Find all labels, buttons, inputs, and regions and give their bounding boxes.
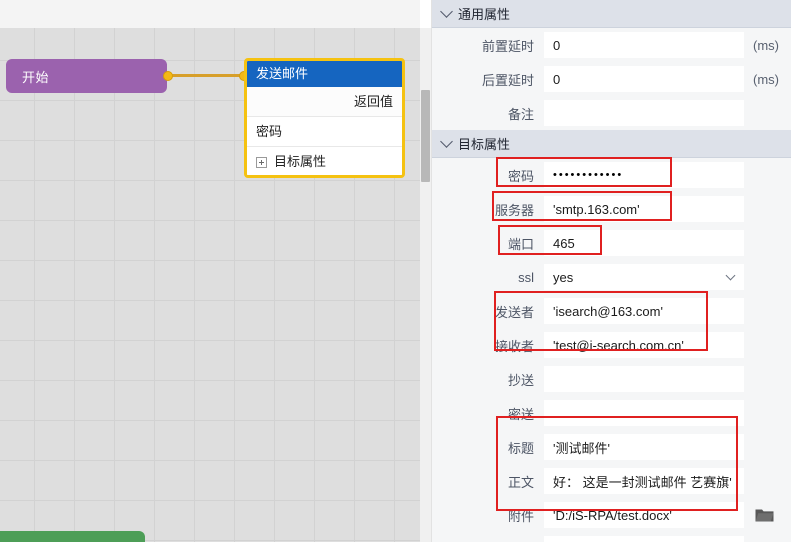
mail-node-target-props-row[interactable]: 目标属性 — [247, 147, 402, 175]
field-row-body: 正文 好： 这是一封测试邮件 艺赛旗' — [432, 464, 791, 498]
field-input-sender[interactable]: 'isearch@163.com' — [544, 298, 744, 324]
field-input-receiver[interactable]: 'test@i-search.com.cn' — [544, 332, 744, 358]
field-label-server: 服务器 — [494, 202, 534, 218]
field-label-attachment: 附件 — [507, 508, 534, 524]
mail-node-password-row[interactable]: 密码 — [247, 117, 402, 147]
field-row-port: 端口 465 — [432, 226, 791, 260]
field-input-bcc[interactable] — [544, 400, 744, 426]
field-row-remark: 备注 — [432, 96, 791, 130]
app-root: 开始 发送邮件 返回值 密码 目标属性 通用属性 前置延时 0 (ms) 后置延… — [0, 0, 791, 542]
field-row-method: method text — [432, 532, 791, 542]
field-select-method[interactable]: text — [544, 536, 744, 542]
field-row-ssl: ssl yes — [432, 260, 791, 294]
field-row-bcc: 密送 — [432, 396, 791, 430]
section-header-target[interactable]: 目标属性 — [432, 130, 791, 158]
field-input-attachment[interactable]: 'D:/iS-RPA/test.docx' — [544, 502, 744, 528]
field-input-subject[interactable]: '测试邮件' — [544, 434, 744, 460]
field-row-post-delay: 后置延时 0 (ms) — [432, 62, 791, 96]
field-row-pre-delay: 前置延时 0 (ms) — [432, 28, 791, 62]
field-label-post-delay: 后置延时 — [481, 72, 534, 88]
field-suffix-pre-delay: (ms) — [753, 37, 779, 53]
field-label-body: 正文 — [507, 474, 534, 490]
flow-canvas[interactable]: 开始 发送邮件 返回值 密码 目标属性 — [0, 0, 420, 542]
field-label-cc: 抄送 — [507, 372, 534, 388]
field-select-ssl[interactable]: yes — [544, 264, 744, 290]
chevron-down-icon — [440, 135, 453, 148]
expand-plus-icon[interactable] — [256, 156, 267, 168]
field-label-remark: 备注 — [507, 106, 534, 122]
canvas-scrollbar-thumb[interactable] — [421, 90, 430, 182]
field-label-receiver: 接收者 — [494, 338, 534, 354]
chevron-down-icon — [440, 5, 453, 18]
property-panel: 通用属性 前置延时 0 (ms) 后置延时 0 (ms) 备注 目标属性 密码 … — [431, 0, 791, 542]
chevron-down-icon[interactable] — [725, 270, 736, 281]
field-row-server: 服务器 'smtp.163.com' — [432, 192, 791, 226]
canvas-vertical-scrollbar[interactable] — [420, 28, 431, 542]
flow-node-green-partial[interactable] — [0, 531, 145, 542]
field-label-port: 端口 — [507, 236, 534, 252]
mail-node-return-row[interactable]: 返回值 — [247, 87, 402, 117]
field-label-pre-delay: 前置延时 — [481, 38, 534, 54]
field-input-post-delay[interactable]: 0 — [544, 66, 744, 92]
flow-node-start[interactable]: 开始 — [6, 59, 167, 93]
field-row-cc: 抄送 — [432, 362, 791, 396]
field-input-server[interactable]: 'smtp.163.com' — [544, 196, 744, 222]
field-suffix-post-delay: (ms) — [753, 71, 779, 87]
mail-node-target-props-label: 目标属性 — [274, 154, 327, 169]
field-row-attachment: 附件 'D:/iS-RPA/test.docx' — [432, 498, 791, 532]
start-node-output-port[interactable] — [163, 71, 173, 81]
section-title-target: 目标属性 — [458, 137, 511, 152]
field-row-subject: 标题 '测试邮件' — [432, 430, 791, 464]
field-input-port[interactable]: 465 — [544, 230, 744, 256]
start-node-label: 开始 — [22, 69, 50, 85]
flow-connector-edge — [171, 74, 241, 77]
field-row-password: 密码 •••••••••••• — [432, 158, 791, 192]
field-input-body[interactable]: 好： 这是一封测试邮件 艺赛旗' — [544, 468, 744, 494]
flow-node-send-mail[interactable]: 发送邮件 返回值 密码 目标属性 — [244, 58, 405, 178]
password-masked-value: •••••••••••• — [553, 169, 624, 181]
mail-node-title: 发送邮件 — [247, 61, 402, 87]
canvas-top-strip — [0, 0, 420, 28]
field-row-sender: 发送者 'isearch@163.com' — [432, 294, 791, 328]
field-label-subject: 标题 — [507, 440, 534, 456]
field-row-receiver: 接收者 'test@i-search.com.cn' — [432, 328, 791, 362]
field-label-password: 密码 — [507, 168, 534, 184]
field-label-bcc: 密送 — [507, 406, 534, 422]
field-value-ssl: yes — [553, 269, 574, 285]
field-input-pre-delay[interactable]: 0 — [544, 32, 744, 58]
field-input-remark[interactable] — [544, 100, 744, 126]
field-input-password[interactable]: •••••••••••• — [544, 162, 744, 188]
section-title-general: 通用属性 — [458, 7, 511, 22]
field-label-sender: 发送者 — [494, 304, 534, 320]
section-header-general[interactable]: 通用属性 — [432, 0, 791, 28]
folder-browse-icon[interactable] — [755, 508, 774, 523]
field-label-ssl: ssl — [518, 269, 534, 285]
field-input-cc[interactable] — [544, 366, 744, 392]
